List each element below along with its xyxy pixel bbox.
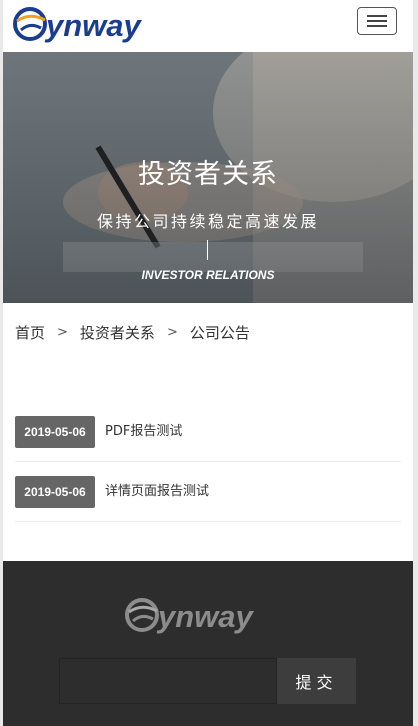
breadcrumb-separator: > bbox=[166, 325, 178, 340]
news-title-link[interactable]: PDF报告测试 bbox=[105, 416, 182, 448]
news-title-link[interactable]: 详情页面报告测试 bbox=[105, 476, 209, 508]
menu-button[interactable] bbox=[357, 7, 397, 35]
breadcrumb: 首页 > 投资者关系 > 公司公告 bbox=[15, 322, 250, 343]
footer: ynway 提交 bbox=[3, 561, 413, 726]
subscribe-input[interactable] bbox=[59, 658, 277, 704]
breadcrumb-announcements[interactable]: 公司公告 bbox=[190, 322, 250, 343]
banner-title: 投资者关系 bbox=[138, 159, 278, 190]
submit-button[interactable]: 提交 bbox=[277, 658, 356, 704]
banner-subtitle: 保持公司持续稳定高速发展 bbox=[96, 212, 319, 231]
page-frame: ynway 投资者关系 保持公司持续稳定高速发展 INVESTOR RELATI… bbox=[3, 0, 413, 726]
menu-icon-bar bbox=[367, 15, 387, 17]
list-item[interactable]: 2019-05-06 详情页面报告测试 bbox=[15, 462, 401, 522]
footer-logo: ynway bbox=[125, 595, 290, 639]
svg-text:ynway: ynway bbox=[156, 599, 255, 634]
synway-logo[interactable]: ynway bbox=[13, 4, 173, 48]
menu-icon-bar bbox=[367, 20, 387, 22]
synway-logo-icon: ynway bbox=[125, 598, 255, 634]
breadcrumb-home[interactable]: 首页 bbox=[15, 322, 45, 343]
date-badge: 2019-05-06 bbox=[15, 476, 95, 508]
breadcrumb-separator: > bbox=[57, 325, 68, 340]
breadcrumb-investor-relations[interactable]: 投资者关系 bbox=[80, 322, 155, 343]
hero-banner: 投资者关系 保持公司持续稳定高速发展 INVESTOR RELATIONS bbox=[3, 52, 413, 303]
synway-logo-icon: ynway bbox=[13, 7, 143, 43]
svg-text:ynway: ynway bbox=[44, 8, 143, 43]
list-item[interactable]: 2019-05-06 PDF报告测试 bbox=[15, 402, 401, 462]
banner-english-title: INVESTOR RELATIONS bbox=[141, 268, 275, 282]
date-badge: 2019-05-06 bbox=[15, 416, 95, 448]
banner-divider bbox=[207, 240, 208, 260]
header: ynway bbox=[3, 0, 413, 52]
menu-icon-bar bbox=[367, 25, 387, 27]
